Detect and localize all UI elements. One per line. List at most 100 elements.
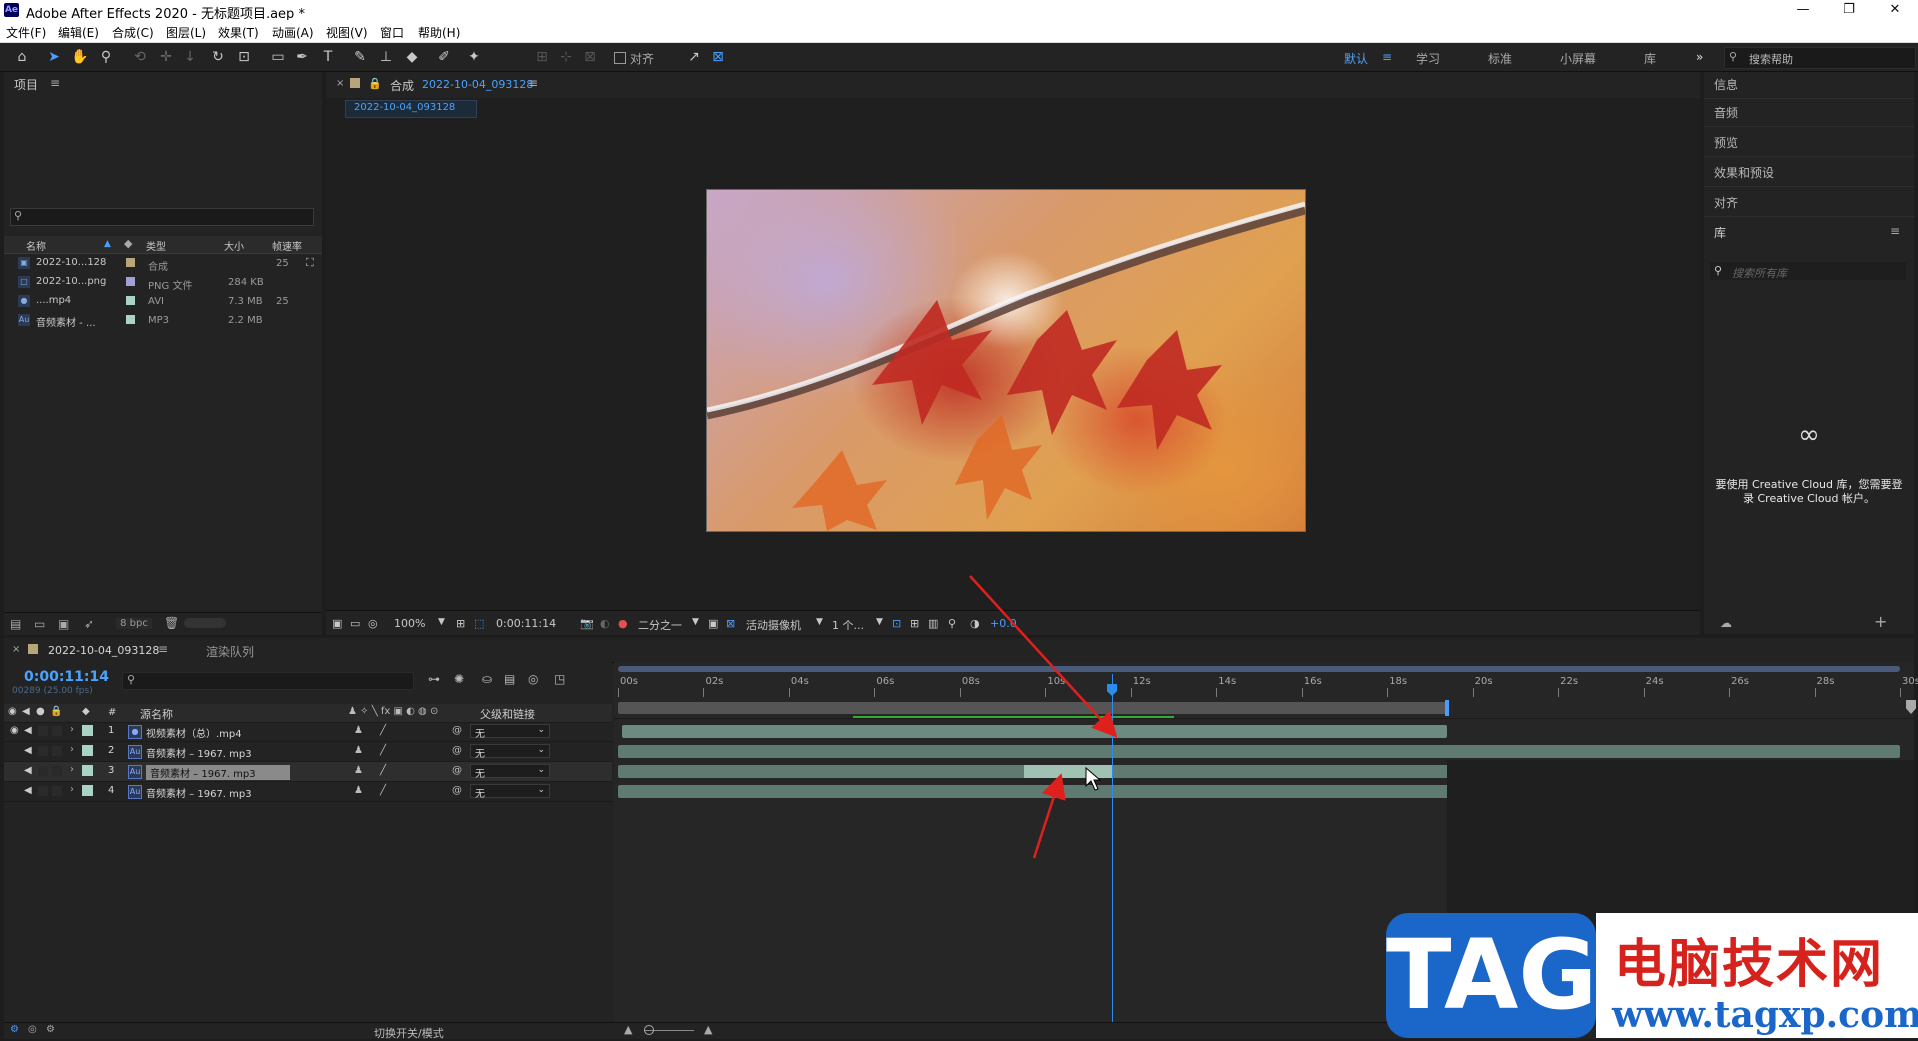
flowchart-icon[interactable]: ⛶: [306, 256, 314, 270]
orbit-camera-icon[interactable]: ⟲: [130, 47, 150, 67]
sort-ascending-icon[interactable]: ▲: [104, 239, 111, 249]
panel-menu-icon[interactable]: ≡: [528, 76, 538, 90]
type-tool-icon[interactable]: T: [318, 47, 338, 67]
transfer-controls-icon[interactable]: ◎: [28, 1024, 37, 1035]
layer-label-swatch[interactable]: [82, 765, 93, 776]
flowchart-icon[interactable]: ➶: [84, 617, 94, 631]
solo-checkbox[interactable]: [38, 786, 48, 796]
expand-chevron-icon[interactable]: ›: [70, 744, 74, 755]
layer-search-input[interactable]: ⚲: [122, 672, 414, 690]
panel-align[interactable]: 对齐: [1714, 194, 1738, 211]
layer-switches-icon[interactable]: ⚙: [10, 1024, 19, 1035]
3d-glasses-icon[interactable]: ◎: [368, 617, 378, 630]
parent-pickwhip-icon[interactable]: @: [452, 725, 462, 736]
zoom-out-icon[interactable]: ▲: [624, 1023, 632, 1036]
trash-icon[interactable]: 🗑: [164, 616, 179, 630]
video-toggle-icon[interactable]: ◉: [8, 706, 17, 717]
library-search-input[interactable]: ⚲ 搜索所有库: [1710, 262, 1906, 280]
title-safe-icon[interactable]: ⊞: [456, 617, 465, 630]
comp-mini-flowchart-icon[interactable]: ⊶: [428, 672, 440, 686]
panel-effects-presets[interactable]: 效果和预设: [1714, 164, 1774, 181]
quality-switch-icon[interactable]: ╱: [380, 725, 386, 736]
draft-3d-icon[interactable]: ✺: [454, 672, 464, 686]
panel-menu-icon[interactable]: ≡: [1890, 224, 1900, 238]
cloud-sync-icon[interactable]: ☁: [1720, 616, 1732, 630]
menu-window[interactable]: 窗口: [380, 24, 404, 41]
new-composition-icon[interactable]: ▣: [58, 617, 69, 631]
parent-select[interactable]: 无 ⌄: [470, 764, 550, 780]
layer-row[interactable]: ◀ › 3 Au 音频素材 – 1967. mp3 ♟ ╱ @ 无 ⌄: [4, 762, 612, 782]
snapshot-icon[interactable]: 📷: [580, 617, 594, 630]
region-of-interest-icon[interactable]: ⬚: [474, 617, 484, 630]
layer-duration-bar[interactable]: [618, 745, 1900, 758]
composition-breadcrumb[interactable]: 2022-10-04_093128: [345, 100, 477, 118]
shy-switch-icon[interactable]: ♟: [354, 765, 363, 776]
frame-blending-icon[interactable]: ▤: [504, 672, 515, 686]
layer-row[interactable]: ◉ ◀ › 1 ● 视频素材（总）.mp4 ♟ ╱ @ 无 ⌄: [4, 722, 612, 742]
views-select[interactable]: 1 个...: [832, 617, 864, 633]
navigator-range[interactable]: [618, 666, 1900, 672]
flowchart-icon[interactable]: ⚲: [948, 617, 956, 630]
timeline-link-icon[interactable]: ⊞: [910, 617, 919, 630]
timeline-timecode[interactable]: 0:00:11:14: [24, 669, 109, 685]
work-area-bar[interactable]: [618, 702, 1448, 714]
label-tag-icon[interactable]: ◆: [82, 706, 90, 717]
solo-checkbox[interactable]: [38, 766, 48, 776]
thumbnail-slider[interactable]: [184, 618, 226, 628]
workspace-libraries[interactable]: 库: [1644, 50, 1656, 67]
more-workspaces-icon[interactable]: »: [1696, 50, 1703, 64]
audio-enable-icon[interactable]: ◀: [24, 745, 32, 756]
label-swatch[interactable]: [126, 277, 135, 286]
zoom-dropdown-icon[interactable]: ▼: [438, 617, 445, 627]
transparency-grid-icon[interactable]: ▣: [708, 617, 718, 630]
restore-button[interactable]: ❐: [1826, 0, 1872, 20]
resolution-select[interactable]: 二分之一: [638, 617, 682, 633]
dolly-camera-icon[interactable]: ↓: [180, 47, 200, 67]
menu-layer[interactable]: 图层(L): [166, 24, 206, 41]
panel-preview[interactable]: 预览: [1714, 134, 1738, 151]
roto-brush-icon[interactable]: ✐: [434, 47, 454, 67]
snap-options-icon[interactable]: ↗: [684, 47, 704, 67]
layer-name[interactable]: 音频素材 – 1967. mp3: [146, 765, 290, 780]
fast-preview-icon[interactable]: ⊠: [726, 617, 735, 630]
mask-visibility-icon[interactable]: ▭: [350, 617, 360, 630]
project-item[interactable]: ▢ 2022-10...png PNG 文件 284 KB: [4, 273, 322, 292]
puppet-pin-icon[interactable]: ✦: [464, 47, 484, 67]
parent-pickwhip-icon[interactable]: @: [452, 785, 462, 796]
minimize-button[interactable]: —: [1780, 0, 1826, 20]
selection-tool-icon[interactable]: ➤: [44, 47, 64, 67]
parent-pickwhip-icon[interactable]: @: [452, 765, 462, 776]
render-queue-tab[interactable]: 渲染队列: [206, 643, 254, 660]
solo-toggle-icon[interactable]: ●: [36, 706, 45, 717]
col-size[interactable]: 大小: [224, 238, 244, 253]
camera-dropdown-icon[interactable]: ▼: [816, 617, 823, 627]
parent-pickwhip-icon[interactable]: @: [452, 745, 462, 756]
lock-checkbox[interactable]: [52, 786, 62, 796]
new-folder-icon[interactable]: ▭: [34, 617, 45, 631]
audio-enable-icon[interactable]: ◀: [24, 765, 32, 776]
col-fps[interactable]: 帧速率: [272, 238, 302, 253]
close-tab-icon[interactable]: ×: [12, 644, 20, 655]
graph-editor-icon[interactable]: ◳: [554, 672, 565, 686]
motion-blur-icon[interactable]: ◎: [528, 672, 538, 686]
zoom-slider-handle[interactable]: [644, 1025, 654, 1035]
quality-switch-icon[interactable]: ╱: [380, 785, 386, 796]
work-area-end-handle[interactable]: [1445, 700, 1450, 716]
layer-label-swatch[interactable]: [82, 745, 93, 756]
shy-switch-icon[interactable]: ♟: [354, 725, 363, 736]
expand-chevron-icon[interactable]: ›: [70, 784, 74, 795]
layer-label-swatch[interactable]: [82, 725, 93, 736]
rotate-tool-icon[interactable]: ↻: [208, 47, 228, 67]
add-icon[interactable]: +: [1874, 612, 1887, 631]
col-parent-link[interactable]: 父级和链接: [480, 706, 535, 722]
help-search-box[interactable]: ⚲ 搜索帮助: [1724, 47, 1916, 69]
workspace-standard[interactable]: 标准: [1488, 50, 1512, 67]
menu-file[interactable]: 文件(F): [6, 24, 46, 41]
col-name[interactable]: 名称: [26, 238, 46, 253]
quality-switch-icon[interactable]: ╱: [380, 745, 386, 756]
time-ruler[interactable]: 00s 02s 04s 06s 08s 10s 12s 14s 16s 18s 20s 22s 24s 2…: [618, 674, 1918, 700]
expand-chevron-icon[interactable]: ›: [70, 764, 74, 775]
channel-icon[interactable]: ●: [618, 617, 628, 630]
parent-select[interactable]: 无 ⌄: [470, 784, 550, 800]
menu-view[interactable]: 视图(V): [326, 24, 368, 41]
